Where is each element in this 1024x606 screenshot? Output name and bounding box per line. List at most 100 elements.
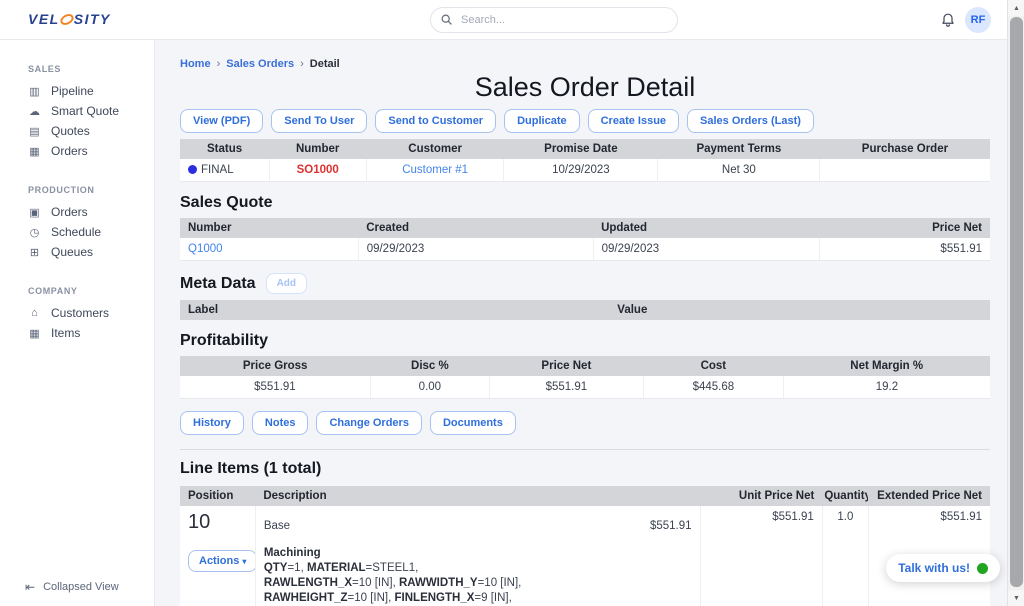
order-number: SO1000 — [297, 164, 339, 176]
main-content: Home › Sales Orders › Detail Sales Order… — [155, 40, 1007, 606]
line-item-actions-button[interactable]: Actions ▾ — [188, 550, 255, 572]
col-header-status: Status — [180, 139, 269, 159]
col-header-disc-pct: Disc % — [370, 356, 489, 376]
quote-created: 09/29/2023 — [358, 238, 593, 261]
line-item-position-cell: 10 Actions ▾ — [180, 506, 255, 606]
meta-data-heading-label: Meta Data — [180, 275, 256, 293]
sidebar-section-production: PRODUCTION ▣ Orders ◷ Schedule ⊞ Queues — [0, 185, 154, 262]
sales-orders-last-button[interactable]: Sales Orders (Last) — [687, 109, 814, 133]
section-label-company: COMPANY — [0, 286, 154, 296]
primary-actions-row: View (PDF) Send To User Send to Customer… — [180, 109, 990, 133]
col-header-quantity: Quantity — [822, 486, 868, 506]
sidebar: SALES ▥ Pipeline ☁ Smart Quote ▤ Quotes … — [0, 40, 155, 606]
sidebar-item-sales-orders[interactable]: ▦ Orders — [0, 141, 154, 161]
sidebar-item-customers[interactable]: ⌂ Customers — [0, 303, 154, 323]
view-pdf-button[interactable]: View (PDF) — [180, 109, 263, 133]
search-input[interactable] — [430, 7, 678, 33]
disc-pct: 0.00 — [370, 376, 489, 399]
scrollbar-up-button[interactable]: ▲ — [1008, 0, 1024, 16]
col-header-customer: Customer — [366, 139, 504, 159]
sidebar-item-schedule[interactable]: ◷ Schedule — [0, 222, 154, 242]
schedule-icon: ◷ — [28, 226, 41, 239]
notifications-bell-icon[interactable] — [940, 11, 956, 33]
col-header-price-net: Price Net — [489, 356, 643, 376]
col-header-payment-terms: Payment Terms — [658, 139, 820, 159]
production-orders-icon: ▣ — [28, 206, 41, 219]
sidebar-item-label: Customers — [51, 306, 109, 320]
sales-quote-heading: Sales Quote — [180, 194, 990, 212]
send-to-user-button[interactable]: Send To User — [271, 109, 367, 133]
promise-date: 10/29/2023 — [504, 159, 658, 182]
duplicate-button[interactable]: Duplicate — [504, 109, 580, 133]
quotes-icon: ▤ — [28, 125, 41, 138]
breadcrumb-separator: › — [300, 58, 304, 70]
col-header-number: Number — [269, 139, 366, 159]
logo-text-pre: VEL — [28, 11, 60, 27]
customers-icon: ⌂ — [28, 307, 41, 319]
chevron-down-icon: ▾ — [242, 557, 246, 566]
search-icon — [440, 13, 453, 26]
sidebar-item-queues[interactable]: ⊞ Queues — [0, 242, 154, 262]
scrollbar-thumb[interactable] — [1010, 17, 1023, 587]
breadcrumb-home[interactable]: Home — [180, 58, 211, 70]
sidebar-item-quotes[interactable]: ▤ Quotes — [0, 121, 154, 141]
quote-updated: 09/29/2023 — [593, 238, 820, 261]
order-status: FINAL — [180, 159, 269, 182]
breadcrumb-separator: › — [217, 58, 221, 70]
collapse-sidebar-button[interactable]: ⇤ Collapsed View — [25, 580, 119, 594]
sidebar-item-label: Smart Quote — [51, 104, 119, 118]
sidebar-item-production-orders[interactable]: ▣ Orders — [0, 202, 154, 222]
sidebar-section-company: COMPANY ⌂ Customers ▦ Items — [0, 286, 154, 343]
customer-link[interactable]: Customer #1 — [402, 164, 468, 176]
section-divider — [180, 449, 990, 450]
net-margin-pct: 19.2 — [783, 376, 990, 399]
line-item-quantity: 1.0 — [822, 506, 868, 606]
sidebar-item-label: Pipeline — [51, 84, 94, 98]
col-header-price-net: Price Net — [820, 218, 990, 238]
section-label-sales: SALES — [0, 64, 154, 74]
line-item-unit-price-net: $551.91 — [700, 506, 822, 606]
sidebar-item-items[interactable]: ▦ Items — [0, 323, 154, 343]
price-gross: $551.91 — [180, 376, 370, 399]
notes-button[interactable]: Notes — [252, 411, 309, 435]
section-label-production: PRODUCTION — [0, 185, 154, 195]
user-avatar[interactable]: RF — [965, 7, 991, 33]
sidebar-item-label: Items — [51, 326, 80, 340]
col-header-quote-number: Number — [180, 218, 358, 238]
payment-terms: Net 30 — [658, 159, 820, 182]
change-orders-button[interactable]: Change Orders — [316, 411, 421, 435]
machining-params: QTY=1, MATERIAL=STEEL1,RAWLENGTH_X=10 [I… — [264, 561, 692, 606]
sidebar-item-smart-quote[interactable]: ☁ Smart Quote — [0, 101, 154, 121]
sales-quote-row: Q1000 09/29/2023 09/29/2023 $551.91 — [180, 238, 990, 261]
line-item-base-price: $551.91 — [650, 520, 692, 532]
add-meta-data-button[interactable]: Add — [266, 273, 307, 294]
sidebar-item-label: Queues — [51, 245, 93, 259]
global-search — [430, 7, 678, 33]
history-button[interactable]: History — [180, 411, 244, 435]
page-scrollbar[interactable]: ▲ ▼ — [1007, 0, 1024, 606]
page-title: Sales Order Detail — [180, 72, 990, 103]
documents-button[interactable]: Documents — [430, 411, 516, 435]
col-header-extended-price-net: Extended Price Net — [868, 486, 990, 506]
scrollbar-down-button[interactable]: ▼ — [1008, 590, 1024, 606]
sidebar-item-pipeline[interactable]: ▥ Pipeline — [0, 81, 154, 101]
line-item-position: 10 — [188, 511, 247, 534]
chat-widget-button[interactable]: Talk with us! — [886, 554, 1000, 582]
status-dot-icon — [188, 165, 197, 174]
create-issue-button[interactable]: Create Issue — [588, 109, 679, 133]
quote-link[interactable]: Q1000 — [188, 243, 223, 255]
breadcrumb-sales-orders[interactable]: Sales Orders — [226, 58, 294, 70]
orders-icon: ▦ — [28, 145, 41, 158]
breadcrumb-current: Detail — [310, 58, 340, 70]
queues-icon: ⊞ — [28, 246, 41, 259]
breadcrumb: Home › Sales Orders › Detail — [180, 58, 990, 70]
col-header-position: Position — [180, 486, 255, 506]
sidebar-item-label: Orders — [51, 144, 88, 158]
logo-text-post: SITY — [74, 11, 111, 27]
velosity-logo[interactable]: VEL SITY — [28, 11, 111, 27]
col-header-description: Description — [255, 486, 700, 506]
sidebar-section-sales: SALES ▥ Pipeline ☁ Smart Quote ▤ Quotes … — [0, 64, 154, 161]
col-header-label: Label — [180, 300, 609, 320]
online-status-dot — [977, 563, 988, 574]
send-to-customer-button[interactable]: Send to Customer — [375, 109, 496, 133]
